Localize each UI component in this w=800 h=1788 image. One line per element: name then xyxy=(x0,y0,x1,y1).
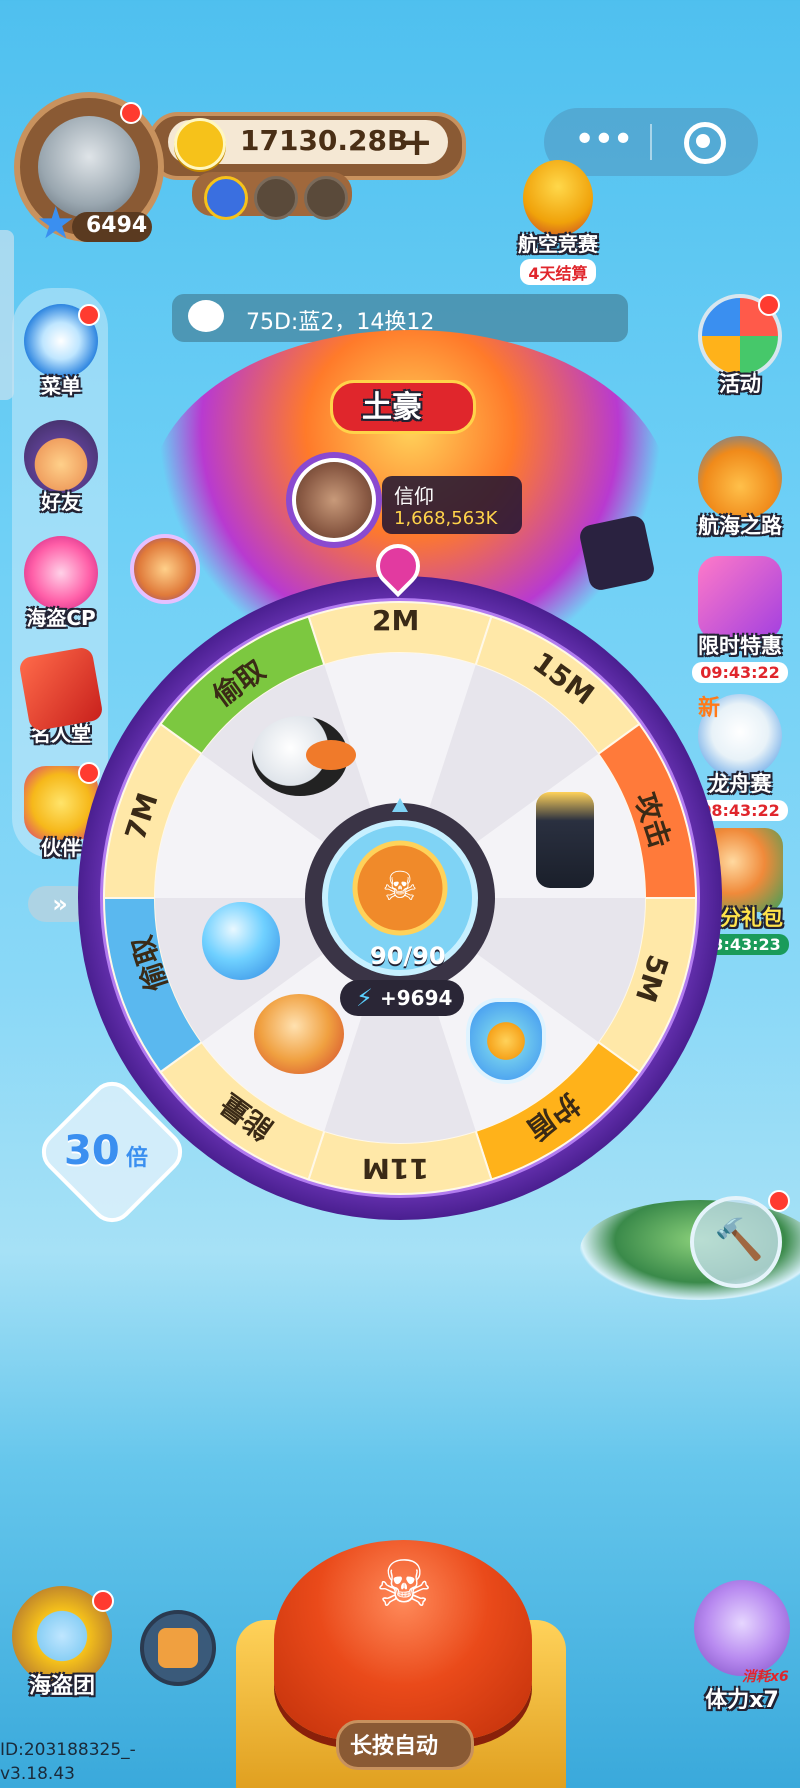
voyage-road-label: 航海之路 xyxy=(698,514,782,538)
badge-slot-3-icon[interactable] xyxy=(304,176,348,220)
left-edge-tab[interactable] xyxy=(0,230,14,400)
events-button[interactable]: 活动 xyxy=(690,294,790,398)
star-count: 6494 xyxy=(86,213,148,238)
events-notification-dot xyxy=(758,294,780,316)
app-version: v3.18.43 xyxy=(0,1764,75,1784)
capsule-divider xyxy=(650,124,652,160)
energy-bonus: +9694 xyxy=(380,986,453,1010)
more-dots-icon[interactable]: ••• xyxy=(574,122,634,162)
trophy-icon xyxy=(523,160,593,236)
friends-icon xyxy=(24,420,98,494)
air-race-countdown: 4天结算 xyxy=(520,259,596,285)
stamina-label: 体力x7 xyxy=(705,1688,779,1713)
auto-spin-label: 长按自动 xyxy=(350,1734,439,1759)
spin-skull-icon: ☠ xyxy=(375,1548,433,1622)
boss-score: 1,668,563K xyxy=(394,508,498,529)
segment-label-2m: 2M xyxy=(372,604,420,637)
pirate-team-notification-dot xyxy=(92,1590,114,1612)
segment-label-11m: 11M xyxy=(362,1152,429,1185)
badge-slot-1-icon[interactable] xyxy=(204,176,248,220)
energy-count: 90/90 xyxy=(370,942,446,970)
events-label: 活动 xyxy=(719,372,761,396)
stamina-cost: 消耗x6 xyxy=(742,1669,789,1685)
hammer-notification-dot xyxy=(768,1190,790,1212)
pirate-team-button[interactable]: 海盗团 xyxy=(0,1586,124,1710)
skull-glyph: ☠ xyxy=(382,864,418,910)
tycoon-title: 土豪 xyxy=(362,390,422,425)
air-race-label: 航空竞赛 xyxy=(518,232,598,256)
multiplier-unit: 倍 xyxy=(126,1146,149,1171)
coin-amount: 17130.28B xyxy=(240,124,409,157)
add-coins-button[interactable]: + xyxy=(400,123,434,161)
hammer-icon: 🔨 xyxy=(714,1217,764,1263)
profile-panel: 17130.28B + ★ 6494 xyxy=(8,92,466,246)
koala-icon xyxy=(694,1580,790,1676)
air-race-event[interactable]: 航空竞赛 4天结算 xyxy=(506,160,610,285)
pirate-team-label: 海盗团 xyxy=(28,1674,95,1699)
menu-button[interactable]: 菜单 xyxy=(18,304,104,399)
star-icon: ★ xyxy=(36,198,76,249)
lightning-icon: ⚡ xyxy=(356,984,373,1012)
multiplier-value: 30 xyxy=(64,1128,120,1174)
menu-label: 菜单 xyxy=(41,374,81,398)
player-id: ID:203188325_- xyxy=(0,1740,136,1760)
chat-bubble-icon xyxy=(188,300,224,332)
avatar-notification-dot xyxy=(120,102,142,124)
potion-flask-icon xyxy=(202,902,280,980)
voyage-road-button[interactable]: 航海之路 xyxy=(690,436,790,540)
target-icon-center xyxy=(696,134,710,148)
coin-icon xyxy=(174,118,226,170)
menu-notification-dot xyxy=(78,304,100,326)
friends-label: 好友 xyxy=(41,490,81,514)
shield-icon xyxy=(466,998,546,1084)
boss-name: 信仰 xyxy=(394,484,434,508)
cannon-icon xyxy=(536,792,594,888)
boss-avatar xyxy=(296,462,372,538)
slingshot-skill-button[interactable] xyxy=(140,1610,216,1686)
slingshot-skill-icon xyxy=(158,1628,198,1668)
stamina-button[interactable]: 消耗x6 体力x7 xyxy=(684,1580,800,1713)
badge-slot-2-icon[interactable] xyxy=(254,176,298,220)
friends-button[interactable]: 好友 xyxy=(18,420,104,515)
duck-beak-icon xyxy=(306,740,356,770)
ship-icon xyxy=(698,436,782,520)
bomb-pot-icon xyxy=(254,994,344,1074)
